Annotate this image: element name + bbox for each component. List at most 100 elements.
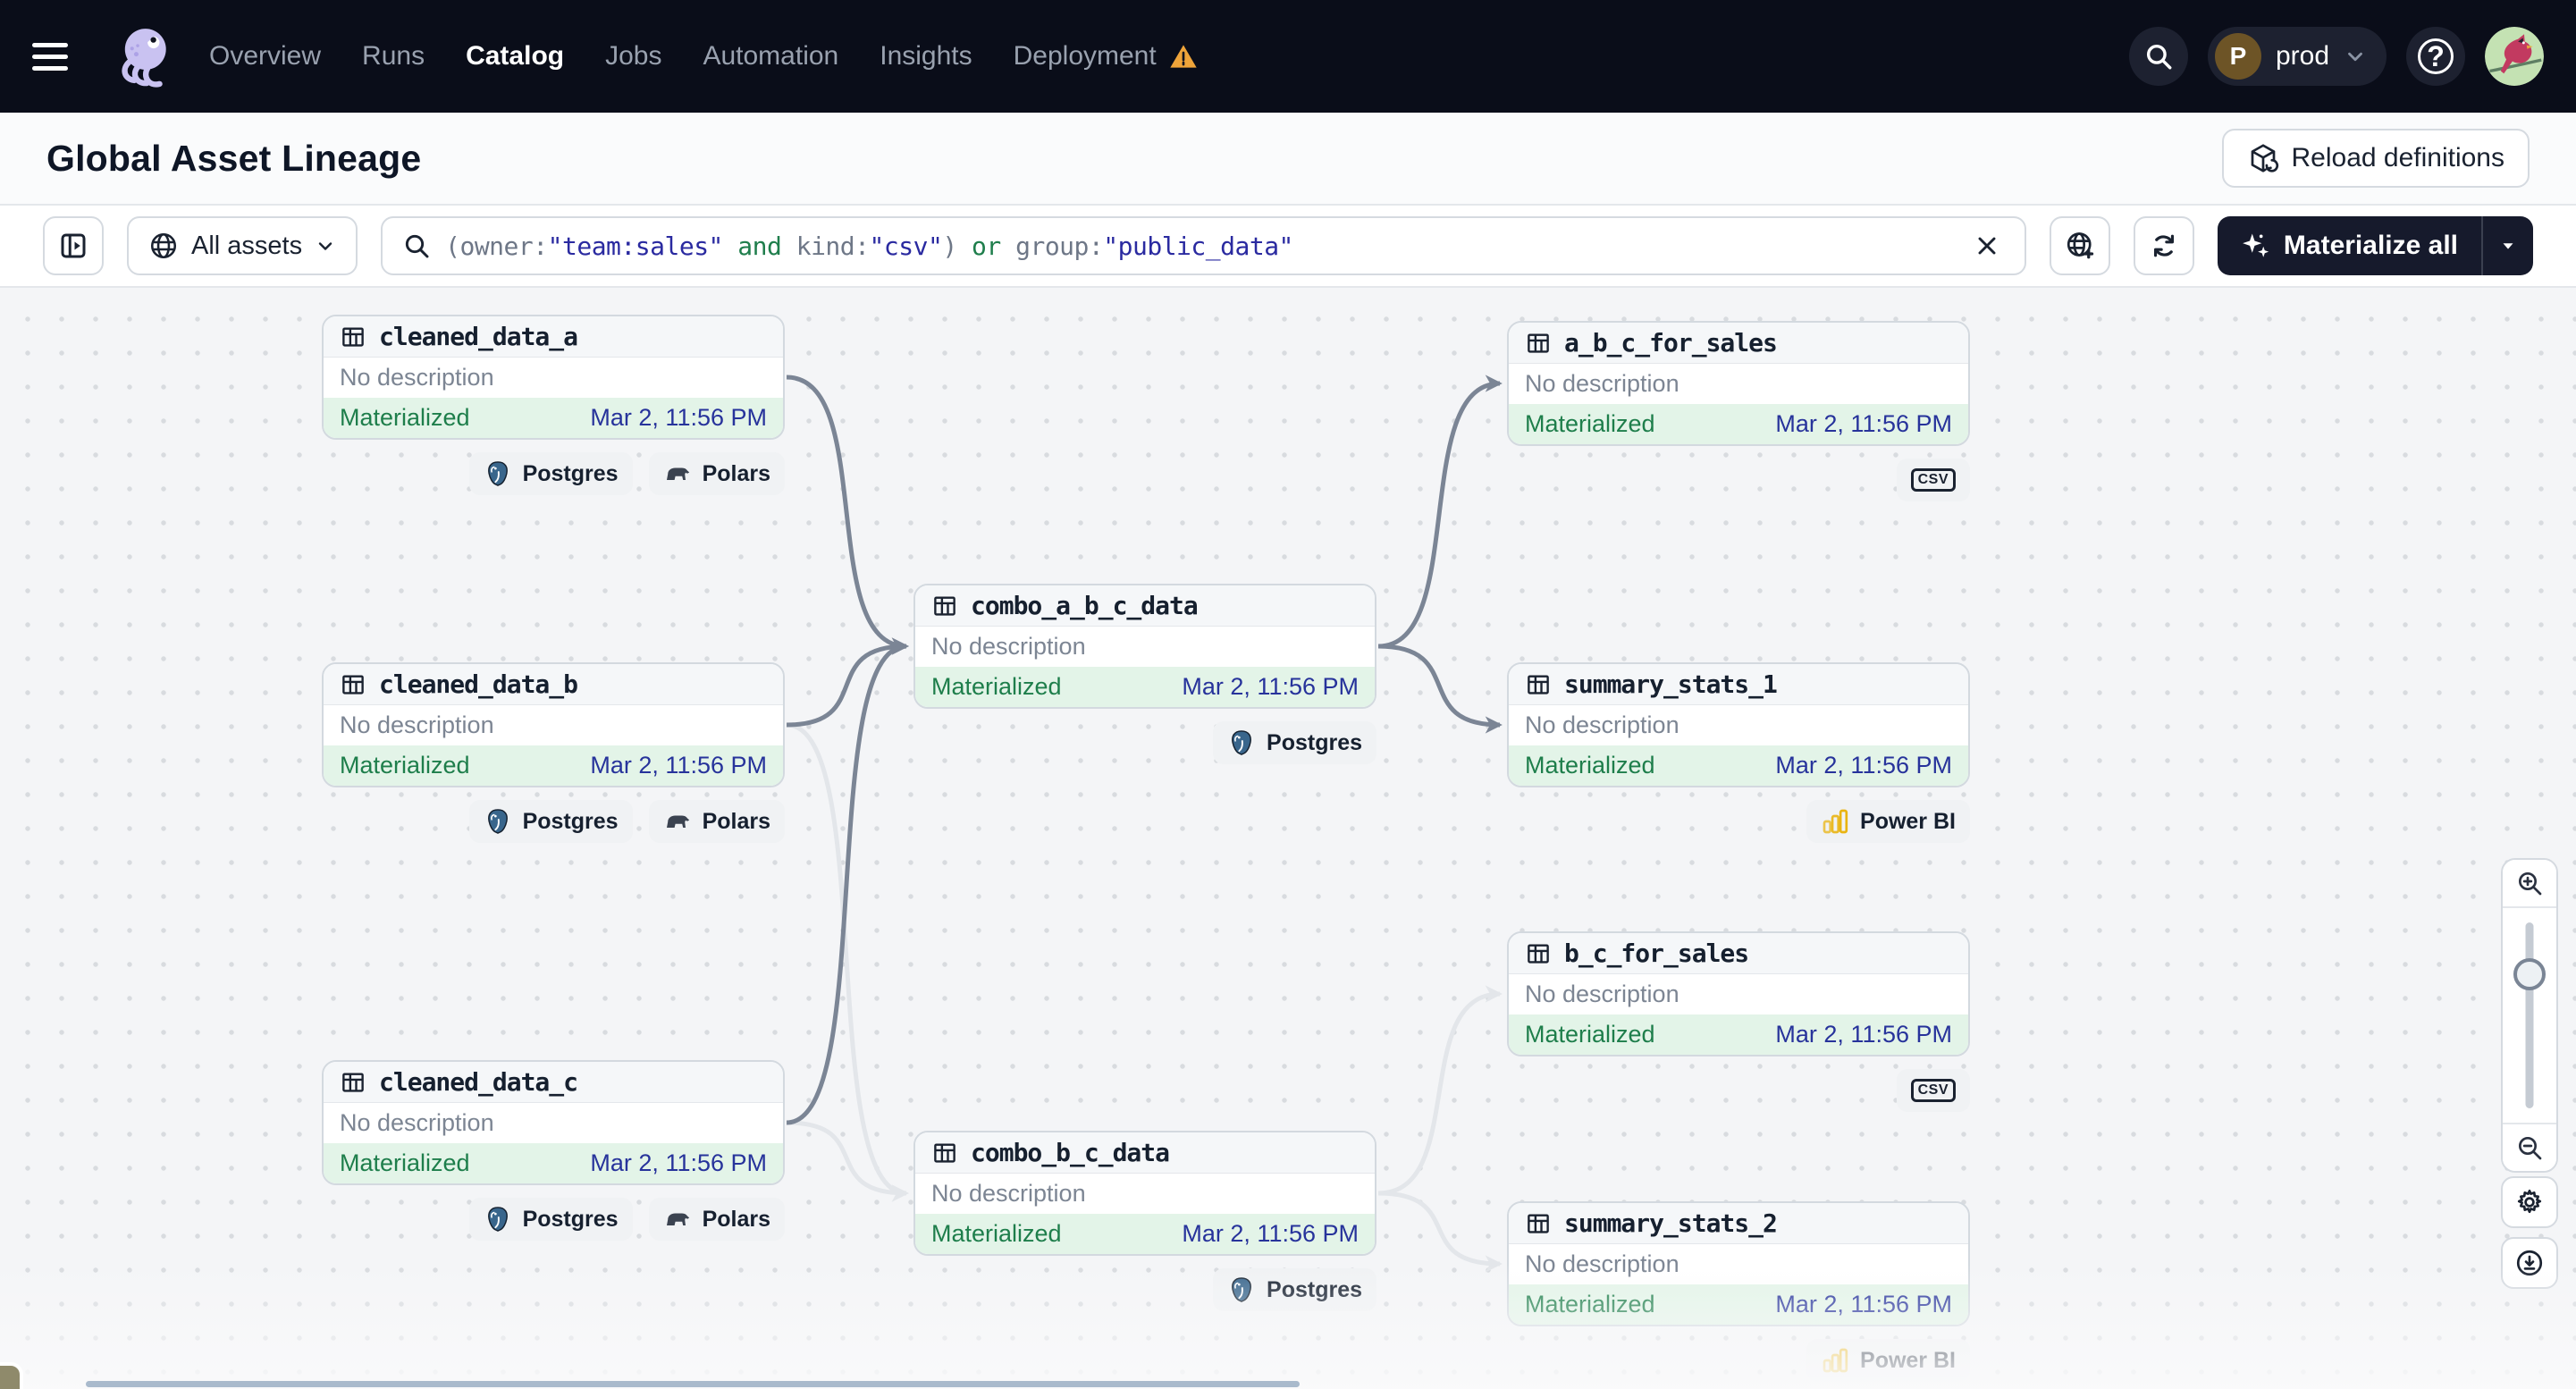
postgres-icon: [487, 461, 508, 486]
asset-node-summary_stats_2[interactable]: summary_stats_2 No description Materialize…: [1507, 1201, 1970, 1326]
tag-powerbi[interactable]: Power BI: [1806, 800, 1970, 843]
tag-label: Postgres: [522, 808, 619, 834]
tag-label: Postgres: [522, 1206, 619, 1232]
nav-item-jobs[interactable]: Jobs: [605, 41, 661, 72]
nav-item-runs[interactable]: Runs: [362, 41, 425, 72]
materialize-options-caret[interactable]: [2481, 216, 2533, 275]
zoom-in-button[interactable]: [2503, 860, 2556, 908]
zoom-slider[interactable]: [2503, 908, 2556, 1123]
table-icon: [1528, 1213, 1549, 1233]
asset-name: a_b_c_for_sales: [1564, 328, 1778, 358]
asset-description: No description: [1525, 711, 1679, 738]
asset-node-a_b_c_for_sales[interactable]: a_b_c_for_sales No description Materialize…: [1507, 321, 1970, 446]
asset-node-cleaned_data_c[interactable]: cleaned_data_c No description Materialized…: [322, 1060, 785, 1185]
tag-postgres[interactable]: Postgres: [468, 800, 633, 843]
csv-icon: CSV: [1910, 468, 1956, 492]
close-icon: [1978, 237, 1996, 255]
reload-definitions-button[interactable]: Reload definitions: [2221, 129, 2530, 188]
download-image-button[interactable]: [2501, 1237, 2558, 1289]
tag-label: Postgres: [1267, 729, 1362, 755]
asset-scope-dropdown[interactable]: All assets: [127, 216, 358, 275]
search-icon: [405, 234, 429, 258]
asset-timestamp: Mar 2, 11:56 PM: [1775, 752, 1952, 779]
table-icon: [342, 1072, 364, 1092]
page-title: Global Asset Lineage: [46, 137, 422, 179]
query-segment-key: group:: [1000, 231, 1104, 261]
lineage-canvas[interactable]: cleaned_data_a No description Materialized…: [0, 288, 2576, 1389]
refresh-button[interactable]: [2133, 216, 2194, 275]
asset-node-b_c_for_sales[interactable]: b_c_for_sales No description Materialized M…: [1507, 931, 1970, 1056]
nav-item-catalog[interactable]: Catalog: [466, 41, 564, 72]
postgres-icon: [1232, 730, 1251, 755]
query-segment-op: and: [722, 231, 796, 261]
search-button[interactable]: [2128, 27, 2188, 86]
asset-description: No description: [340, 364, 494, 391]
nav-item-overview[interactable]: Overview: [209, 41, 321, 72]
asset-timestamp: Mar 2, 11:56 PM: [590, 1149, 767, 1176]
query-segment-value: "team:sales": [547, 231, 724, 261]
lineage-edge-cleaned_data_c-to-combo_b_c_data: [786, 1120, 909, 1202]
asset-tags: Postgres Polars: [322, 800, 785, 843]
asset-description: No description: [931, 1180, 1086, 1207]
lineage-edge-combo_b_c_data-to-b_c_for_sales: [1377, 985, 1503, 1196]
tag-label: Power BI: [1860, 808, 1956, 834]
asset-node-summary_stats_1[interactable]: summary_stats_1 No description Materialize…: [1507, 662, 1970, 787]
deployment-switcher[interactable]: P prod: [2207, 27, 2387, 86]
materialize-all-button[interactable]: Materialize all: [2217, 216, 2533, 275]
tag-csv[interactable]: CSV: [1896, 459, 1970, 501]
asset-node-combo_b_c_data[interactable]: combo_b_c_data No description Materialized…: [913, 1131, 1376, 1256]
user-avatar[interactable]: [2485, 27, 2544, 86]
asset-node-cleaned_data_a[interactable]: cleaned_data_a No description Materialized…: [322, 315, 785, 440]
dagster-logo-icon[interactable]: [107, 22, 175, 90]
query-segment-op: or: [972, 231, 1001, 261]
clear-search-button[interactable]: [1969, 228, 2005, 264]
tag-polars[interactable]: Polars: [648, 1198, 785, 1241]
zoom-in-icon: [2519, 872, 2542, 896]
asset-timestamp: Mar 2, 11:56 PM: [590, 404, 767, 431]
asset-status-row: Materialized Mar 2, 11:56 PM: [1509, 404, 1968, 444]
zoom-slider-track[interactable]: [2525, 922, 2534, 1108]
asset-node-cleaned_data_b[interactable]: cleaned_data_b No description Materialized…: [322, 662, 785, 787]
chevron-down-icon: [318, 242, 333, 250]
zoom-out-button[interactable]: [2503, 1123, 2556, 1171]
asset-status-row: Materialized Mar 2, 11:56 PM: [1509, 1284, 1968, 1325]
search-icon: [2146, 44, 2172, 70]
nav-item-insights[interactable]: Insights: [880, 41, 972, 72]
page-header: Global Asset Lineage Reload definitions: [0, 113, 2576, 206]
asset-tags: Postgres Polars: [322, 1198, 785, 1241]
toggle-sidebar-button[interactable]: [43, 216, 104, 275]
tag-powerbi[interactable]: Power BI: [1806, 1339, 1970, 1382]
asset-description: No description: [340, 711, 494, 738]
materialize-all-main[interactable]: Materialize all: [2218, 216, 2481, 275]
help-button[interactable]: ?: [2406, 27, 2465, 86]
asset-timestamp: Mar 2, 11:56 PM: [1775, 410, 1952, 437]
nav-item-label: Automation: [703, 41, 839, 71]
asset-status-badge: Materialized: [1525, 1291, 1655, 1317]
asset-node-combo_a_b_c_data[interactable]: combo_a_b_c_data No description Materializ…: [913, 584, 1376, 709]
lineage-edge-cleaned_data_b-to-combo_a_b_c_data: [786, 637, 909, 728]
nav-item-automation[interactable]: Automation: [703, 41, 838, 72]
search-input[interactable]: (owner:"team:sales" and kind:"csv") or g…: [381, 216, 2026, 275]
menu-button[interactable]: [32, 27, 91, 86]
tag-postgres[interactable]: Postgres: [468, 452, 633, 495]
zoom-slider-thumb[interactable]: [2513, 958, 2546, 990]
deployment-avatar: P: [2214, 33, 2261, 80]
tag-csv[interactable]: CSV: [1896, 1069, 1970, 1112]
graph-settings-button[interactable]: [2501, 1176, 2558, 1228]
asset-timestamp: Mar 2, 11:56 PM: [1182, 673, 1359, 700]
asset-tags: Power BI: [1507, 1339, 1970, 1382]
table-icon: [1528, 943, 1549, 964]
tag-postgres[interactable]: Postgres: [1213, 1268, 1376, 1311]
share-filter-button[interactable]: [2049, 216, 2110, 275]
nav-item-label: Catalog: [466, 41, 565, 71]
nav-item-deployment[interactable]: Deployment: [1014, 41, 1200, 72]
asset-timestamp: Mar 2, 11:56 PM: [1775, 1291, 1952, 1317]
tag-postgres[interactable]: Postgres: [1213, 721, 1376, 764]
horizontal-scrollbar[interactable]: [86, 1381, 1300, 1387]
tag-polars[interactable]: Polars: [648, 800, 785, 843]
tag-postgres[interactable]: Postgres: [468, 1198, 633, 1241]
powerbi-icon: [1823, 809, 1848, 834]
asset-tags: Power BI: [1507, 800, 1970, 843]
tag-polars[interactable]: Polars: [648, 452, 785, 495]
asset-name: combo_b_c_data: [971, 1138, 1170, 1167]
